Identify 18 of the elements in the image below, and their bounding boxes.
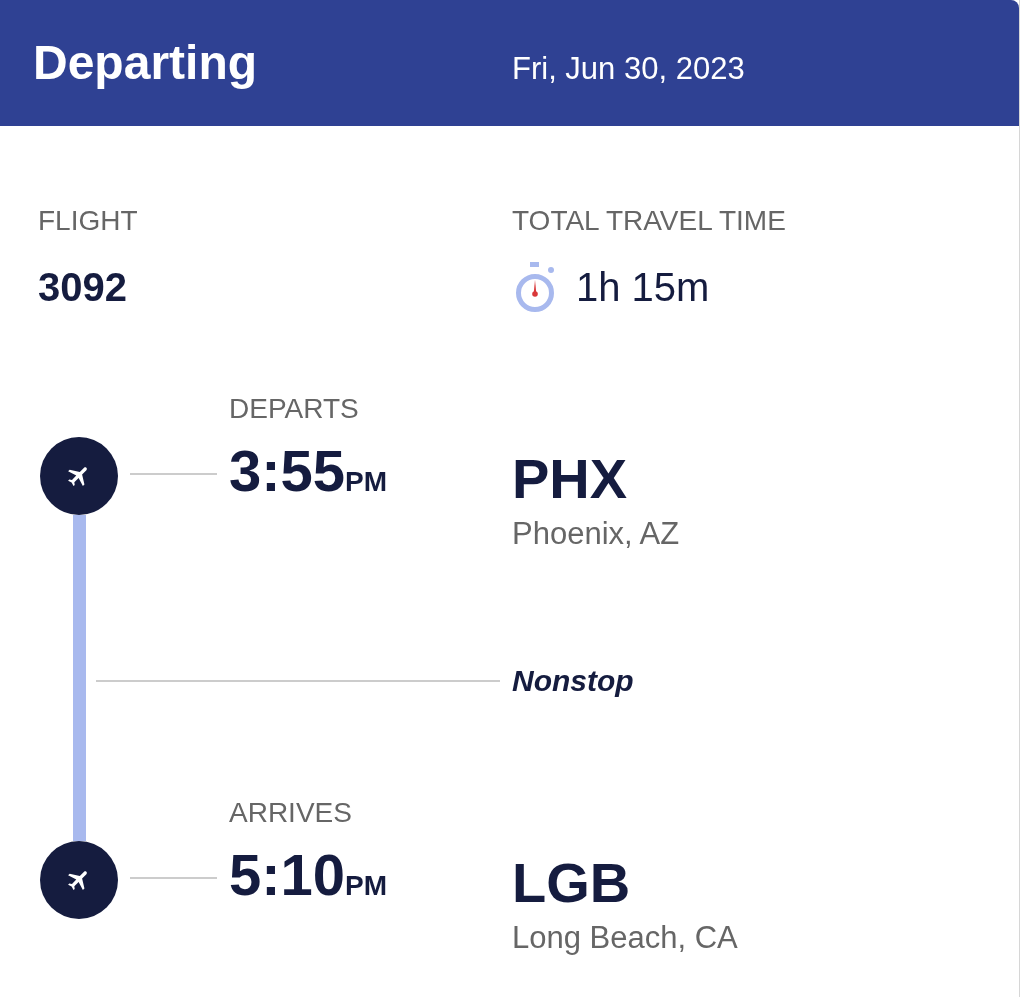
airplane-icon (40, 437, 118, 515)
travel-duration: 1h 15m (576, 264, 710, 311)
stops-label: Nonstop (512, 663, 634, 699)
header-date: Fri, Jun 30, 2023 (512, 50, 746, 88)
airport-city: Phoenix, AZ (512, 515, 681, 553)
segment-label: DEPARTS (229, 392, 360, 426)
flight-number: 3092 (38, 264, 127, 311)
airport-code: PHX (512, 447, 629, 511)
segment-label: ARRIVES (229, 796, 353, 830)
airport-city: Long Beach, CA (512, 919, 739, 957)
flight-time: 3:55PM (229, 437, 389, 505)
header-title: Departing (33, 35, 258, 91)
travel-time-label: TOTAL TRAVEL TIME (512, 204, 786, 238)
flight-label: FLIGHT (38, 204, 138, 238)
flight-time: 5:10PM (229, 841, 389, 909)
airport-code: LGB (512, 851, 632, 915)
stopwatch-icon (514, 262, 556, 312)
airplane-icon (40, 841, 118, 919)
